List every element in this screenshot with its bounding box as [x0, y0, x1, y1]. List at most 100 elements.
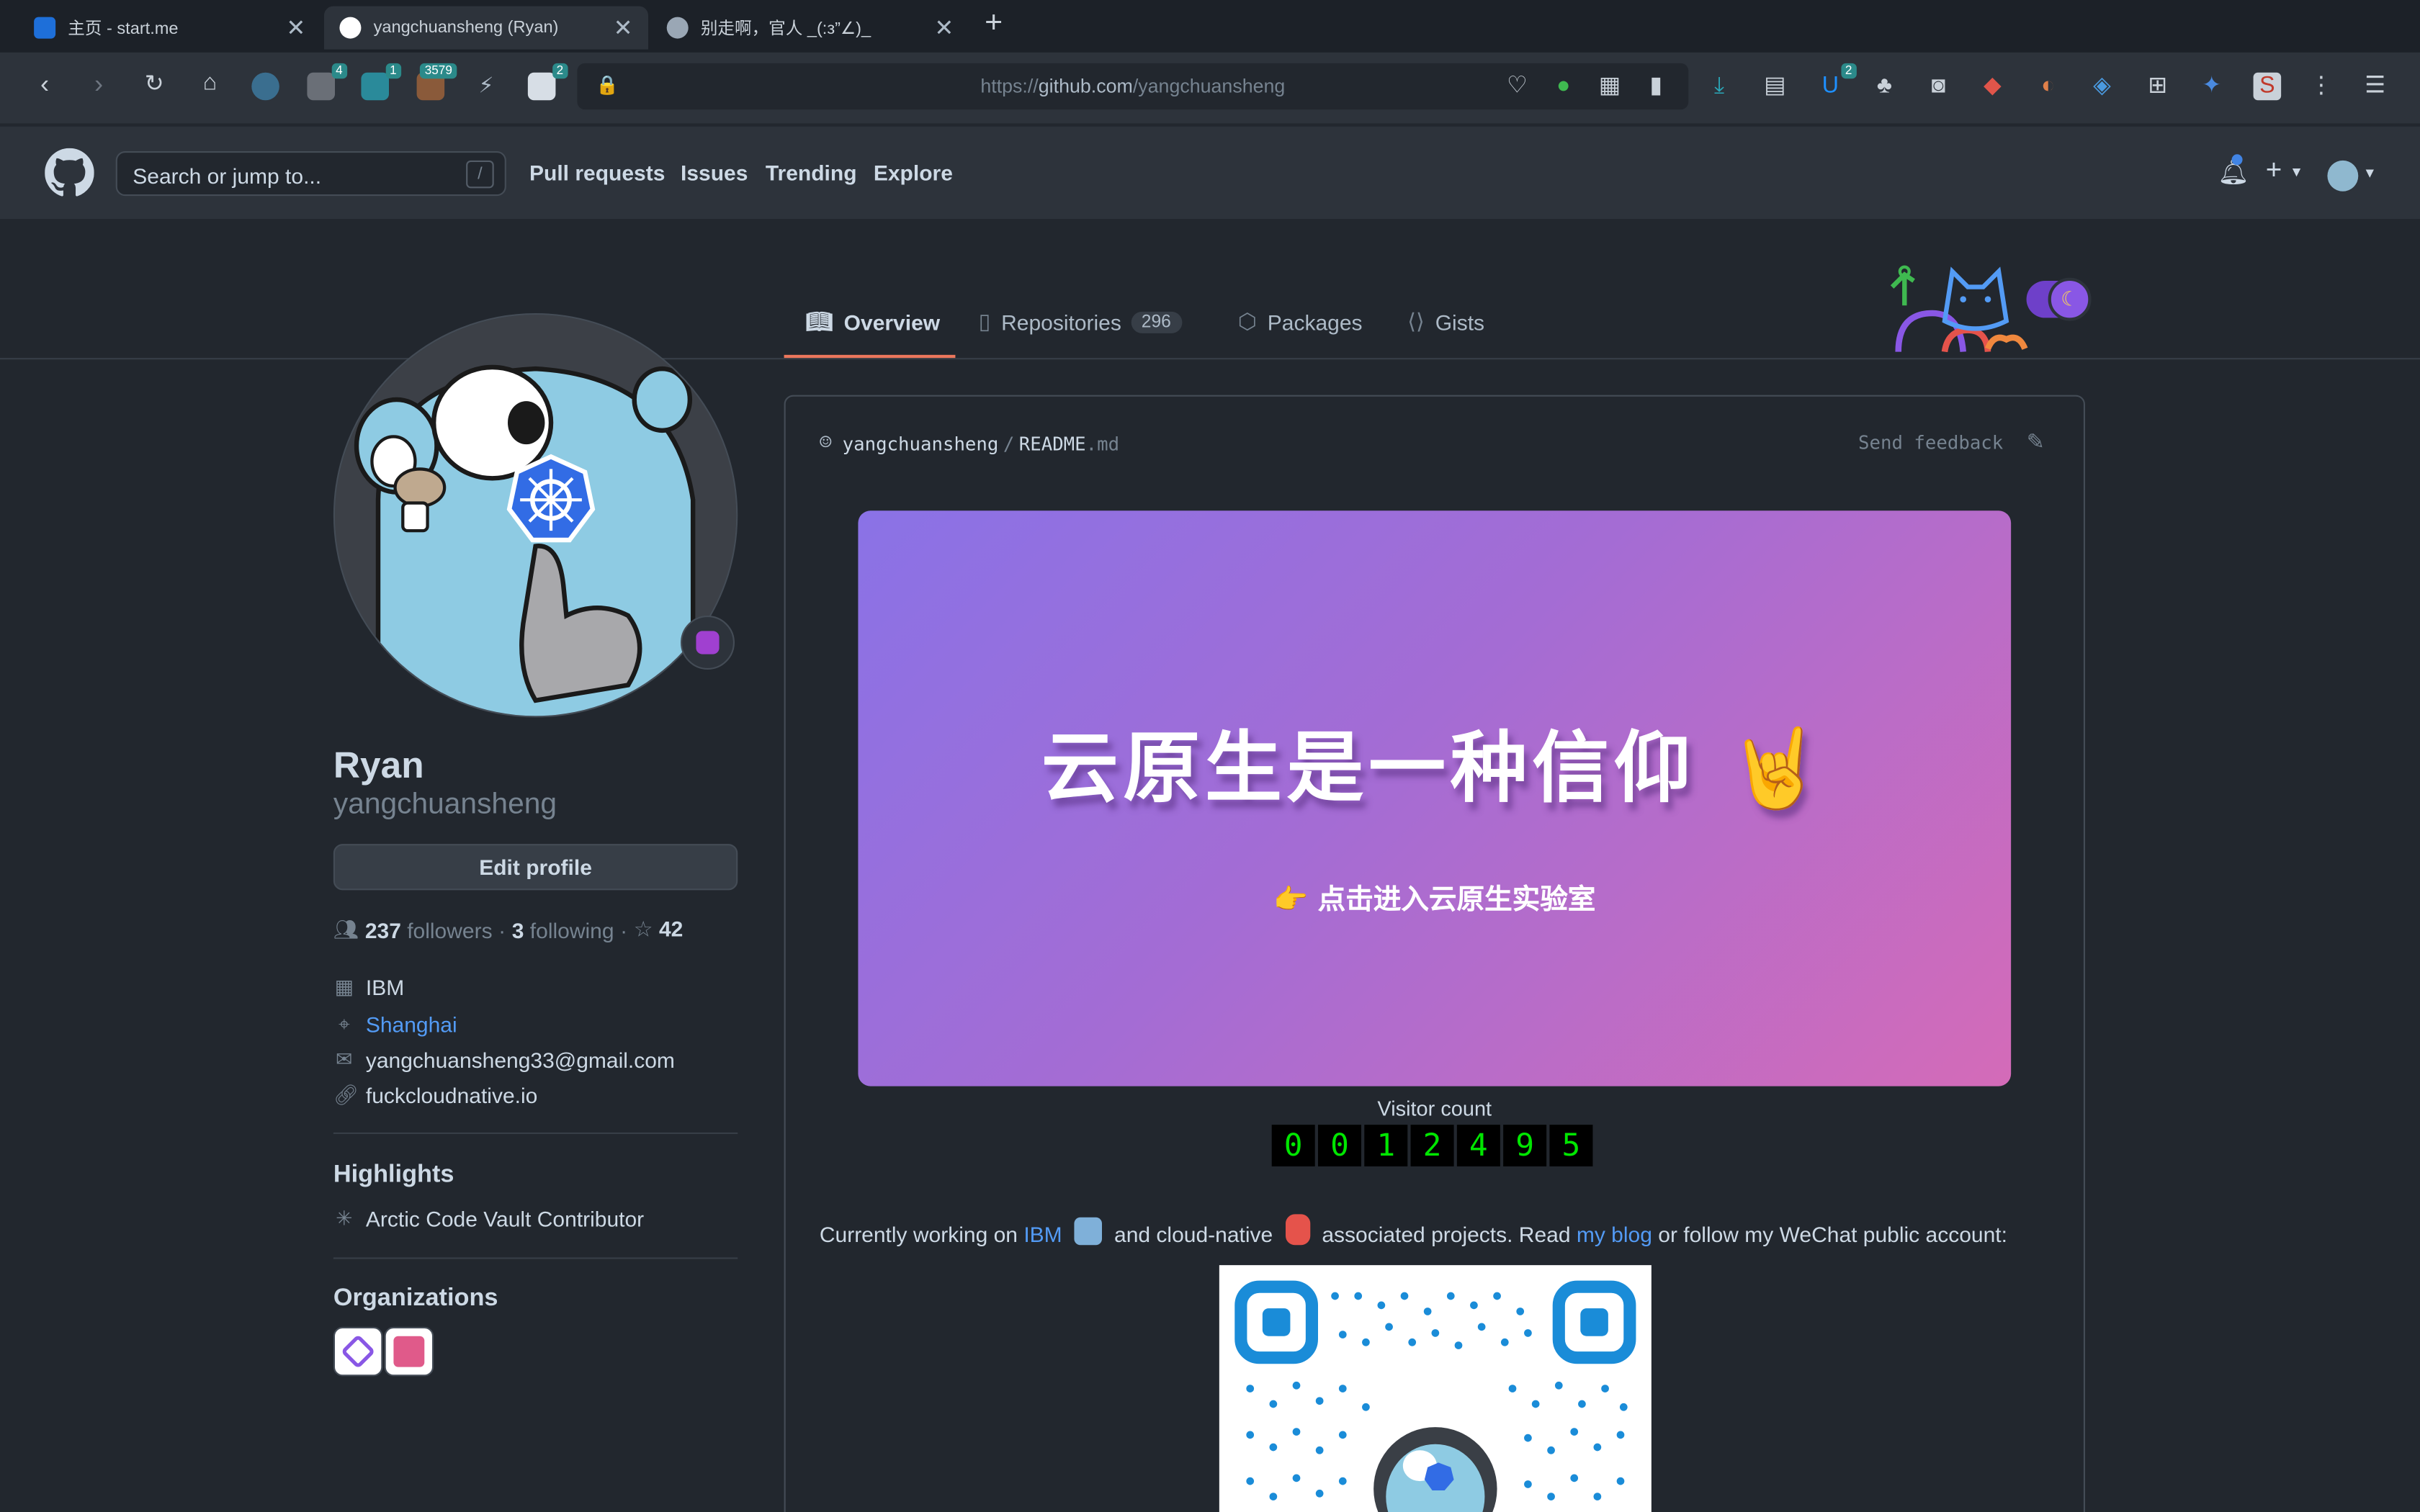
more-vertical-icon[interactable]: ⋮ [2308, 73, 2336, 101]
status-emoji[interactable] [681, 616, 735, 670]
github-logo-icon[interactable] [45, 148, 94, 198]
tab-repositories[interactable]: ▯ Repositories 296 [979, 309, 1182, 335]
forward-icon[interactable]: › [82, 69, 116, 100]
extension-shield-icon[interactable]: 4 [307, 63, 348, 101]
menu-icon[interactable]: ☰ [2362, 73, 2390, 101]
banner-lab-link[interactable]: 👉 点击进入云原生实验室 [858, 878, 2011, 918]
extension-orange-icon[interactable]: ◐ [2034, 73, 2062, 101]
link-icon: 🔗︎ [333, 1083, 359, 1107]
browser-tab-blog[interactable]: 别走啊，官人 _(:з”∠)_ ✕ [651, 6, 969, 50]
notification-dot [2231, 154, 2243, 166]
tab-title: 主页 - start.me [68, 19, 179, 39]
bookmark-icon[interactable]: ▮ [1642, 73, 1670, 101]
organization-avatar[interactable] [333, 1326, 383, 1377]
user-avatar-menu[interactable] [2327, 160, 2359, 192]
extension-octopus-icon[interactable]: ♣ [1870, 73, 1899, 101]
vcard-website: 🔗︎ fuckcloudnative.io [333, 1083, 537, 1107]
edit-profile-button[interactable]: Edit profile [333, 844, 738, 891]
nav-trending[interactable]: Trending [766, 161, 857, 185]
location-link[interactable]: Shanghai [366, 1012, 457, 1037]
browser-window: 主页 - start.me ✕ yangchuansheng (Ryan) ✕ … [0, 0, 2420, 1512]
ibm-link[interactable]: IBM [1023, 1222, 1062, 1246]
intro-text: and cloud-native [1114, 1222, 1279, 1247]
sidebar-divider [333, 1257, 738, 1259]
chevron-down-icon[interactable]: ▼ [2363, 165, 2377, 180]
kubernetes-status-icon [696, 631, 720, 654]
browser-tab-startme[interactable]: 主页 - start.me ✕ [19, 6, 321, 50]
separator-dot: · [498, 917, 506, 942]
back-icon[interactable]: ‹ [28, 69, 62, 100]
code-square-icon: ⟨⟩ [1407, 308, 1425, 333]
visitor-count-label: Visitor count [1377, 1097, 1492, 1120]
counter-digit: 9 [1503, 1125, 1547, 1166]
counter-digit: 5 [1549, 1125, 1593, 1166]
active-tab-underline [784, 354, 956, 359]
address-bar[interactable]: 🔒 https://github.com/yangchuansheng ♡ ● … [577, 63, 1689, 110]
followers-link[interactable]: 237 followers [365, 917, 493, 942]
create-new-plus-icon[interactable]: + ▼ [2266, 154, 2303, 186]
nav-issues[interactable]: Issues [681, 161, 748, 185]
visitor-counter: 0 0 1 2 4 9 5 [1271, 1125, 1593, 1166]
close-tab-icon[interactable]: ✕ [614, 14, 633, 41]
qrcode-icon[interactable]: ▦ [1596, 73, 1624, 101]
tab-overview[interactable]: 📖︎ Overview [806, 309, 941, 335]
close-tab-icon[interactable]: ✕ [934, 14, 954, 41]
github-header: Search or jump to... / Pull requests Iss… [0, 126, 2420, 220]
highlight-text[interactable]: Arctic Code Vault Contributor [366, 1207, 644, 1231]
readme-file-link[interactable]: README [1019, 433, 1086, 454]
following-link[interactable]: 3 following [512, 917, 614, 942]
close-tab-icon[interactable]: ✕ [286, 14, 305, 41]
url-scheme: https:// [980, 76, 1039, 97]
tab-packages[interactable]: ⬡ Packages [1238, 309, 1363, 335]
new-tab-icon[interactable]: + [985, 6, 1003, 42]
org-logo-icon [393, 1336, 425, 1367]
extension-red-icon[interactable]: ◆ [1978, 73, 2007, 101]
extension-globe-icon[interactable] [251, 72, 279, 101]
home-icon[interactable]: ⌂ [193, 69, 227, 95]
download-icon[interactable]: ⤓ [1706, 73, 1734, 101]
profile-name: Ryan [333, 745, 424, 787]
extension-blue-icon[interactable]: ◈ [2088, 73, 2116, 101]
reload-icon[interactable]: ↻ [138, 69, 171, 97]
screenshot-icon[interactable]: ◙ [1924, 73, 1953, 101]
extension-bolt-icon[interactable]: ⚡ [472, 73, 501, 101]
company-text: IBM [365, 975, 405, 1000]
theme-toggle[interactable]: ☾ [2026, 277, 2092, 321]
library-icon[interactable]: ▤ [1761, 73, 1789, 101]
smiley-icon: ☺ [819, 432, 832, 456]
intro-text: Currently working on [819, 1222, 1024, 1247]
notifications-bell-icon[interactable]: 🔔︎ [2218, 154, 2249, 189]
nav-pull-requests[interactable]: Pull requests [529, 161, 665, 185]
extension-ublock-icon[interactable]: 2 [527, 63, 568, 101]
people-icon: 👥︎ [333, 917, 359, 941]
search-input[interactable]: Search or jump to... / [115, 151, 506, 197]
extension-s-red-icon[interactable]: S [2253, 72, 2282, 101]
extension-grid-icon[interactable]: ⊞ [2143, 73, 2172, 101]
extension-s-icon[interactable]: 1 [361, 63, 402, 101]
profile-avatar[interactable] [333, 313, 738, 718]
banner-title: 云原生是一种信仰 🤘 [1041, 723, 1828, 814]
organization-avatar[interactable] [384, 1326, 434, 1377]
browser-tab-github[interactable]: yangchuansheng (Ryan) ✕ [324, 6, 648, 50]
nav-explore[interactable]: Explore [874, 161, 953, 185]
extensions-puzzle-icon[interactable]: ✦ [2197, 73, 2226, 101]
blog-link[interactable]: my blog [1577, 1222, 1652, 1246]
vcard-company: ▦ IBM [333, 975, 405, 1000]
readme-banner[interactable]: 云原生是一种信仰 🤘 👉 点击进入云原生实验室 [858, 510, 2012, 1086]
vcard-location: ⌖ Shanghai [333, 1012, 457, 1037]
tab-gists[interactable]: ⟨⟩ Gists [1407, 309, 1484, 335]
developer-emoji-icon [1074, 1217, 1103, 1246]
pocket-icon[interactable]: ♡ [1503, 73, 1531, 101]
extension-rss-icon[interactable]: 3579 [416, 63, 457, 101]
stars-link[interactable]: ☆ 42 [634, 917, 684, 942]
snowflake-icon: ✳ [336, 1206, 353, 1230]
readme-owner-link[interactable]: yangchuansheng [843, 433, 999, 454]
send-feedback-link[interactable]: Send feedback [1858, 432, 2003, 454]
website-link[interactable]: fuckcloudnative.io [366, 1083, 537, 1107]
intro-text: associated projects. Read [1322, 1222, 1577, 1247]
package-icon: ⬡ [1237, 308, 1257, 333]
edit-pencil-icon[interactable]: ✎ [2027, 429, 2045, 455]
translate-icon[interactable]: ● [1549, 73, 1577, 101]
extension-u-icon[interactable]: U2 [1816, 63, 1857, 101]
email-link[interactable]: yangchuansheng33@gmail.com [366, 1048, 675, 1072]
